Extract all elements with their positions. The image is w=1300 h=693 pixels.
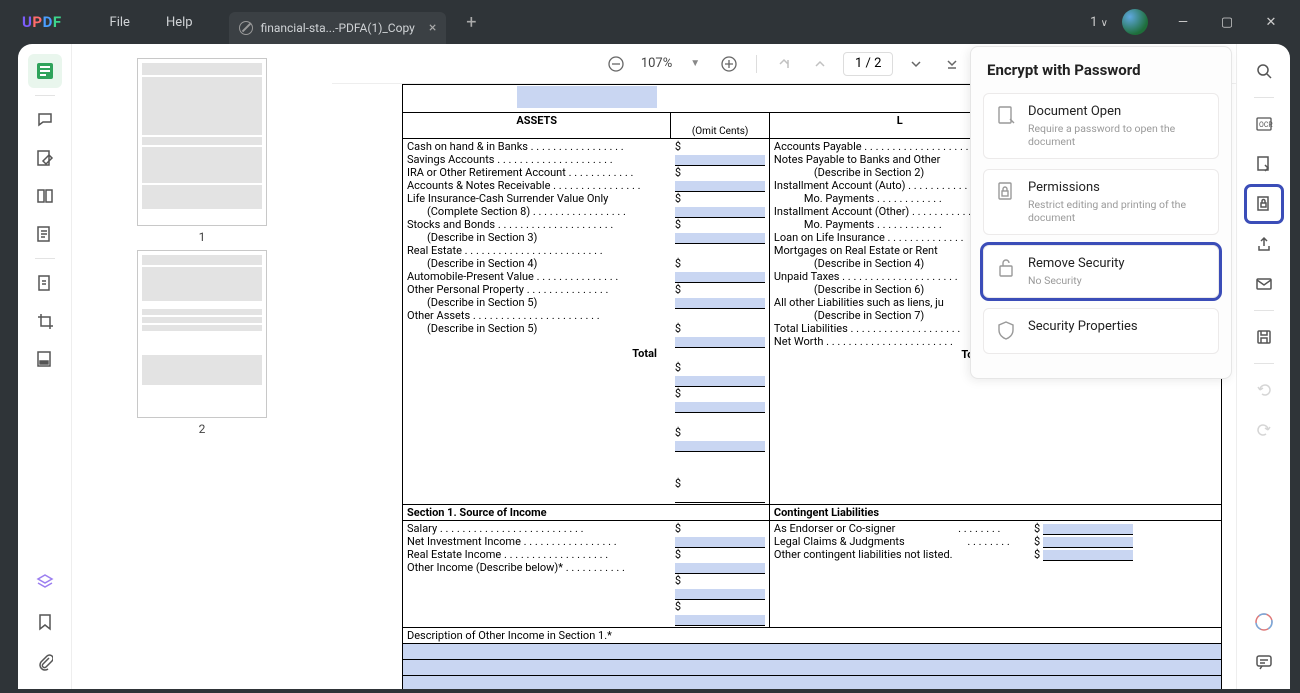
panel-title: Encrypt with Password [983,61,1219,79]
next-page-button[interactable] [903,51,929,77]
ai-icon[interactable] [1247,605,1281,639]
redact-tool-icon[interactable] [28,342,62,376]
zoom-value: 107% [639,56,674,71]
bookmark-icon[interactable] [28,605,62,639]
save-icon[interactable] [1247,320,1281,354]
last-page-button[interactable] [939,51,965,77]
right-toolbar: OCR [1236,44,1290,689]
encrypt-panel: Encrypt with Password Document OpenRequi… [970,46,1232,379]
zoom-out-button[interactable] [603,51,629,77]
account-badge[interactable]: 1 ∨ [1090,15,1108,30]
reader-mode-icon[interactable] [28,54,62,88]
left-toolbar [18,44,72,689]
form-tool-icon[interactable] [28,217,62,251]
convert-icon[interactable] [1247,147,1281,181]
ocr-tool-icon[interactable] [28,266,62,300]
zoom-dropdown[interactable]: ▼ [684,58,706,69]
page-input[interactable]: 1 / 2 [843,52,893,76]
edit-tool-icon[interactable] [28,141,62,175]
redo-icon[interactable] [1247,413,1281,447]
crop-tool-icon[interactable] [28,304,62,338]
close-window-button[interactable]: ✕ [1252,7,1290,37]
svg-text:OCR: OCR [1259,121,1273,129]
attachment-icon[interactable] [28,645,62,679]
undo-icon[interactable] [1247,373,1281,407]
tab-title: financial-sta...-PDFA(1)_Copy [261,21,415,35]
menu-file[interactable]: File [92,15,148,30]
thumbnail-panel: 1 2 [72,44,332,689]
zoom-in-button[interactable] [716,51,742,77]
panel-document-open[interactable]: Document OpenRequire a password to open … [983,93,1219,159]
close-icon[interactable]: × [429,20,436,36]
add-tab-button[interactable]: + [466,12,476,33]
permissions-icon [994,180,1018,204]
chat-icon[interactable] [1247,645,1281,679]
panel-permissions[interactable]: PermissionsRestrict editing and printing… [983,169,1219,235]
menu-help[interactable]: Help [148,15,211,30]
document-open-icon [994,104,1018,128]
protect-icon[interactable] [1247,187,1281,221]
thumbnail[interactable]: 2 [137,250,267,436]
security-properties-icon [994,319,1018,343]
first-page-button[interactable] [771,51,797,77]
panel-remove-security[interactable]: Remove SecurityNo Security [983,245,1219,298]
layers-icon[interactable] [28,565,62,599]
email-icon[interactable] [1247,267,1281,301]
remove-security-icon [994,256,1018,280]
share-icon[interactable] [1247,227,1281,261]
minimize-button[interactable]: — [1164,7,1202,37]
thumbnail[interactable]: 1 [137,58,267,244]
panel-security-properties[interactable]: Security Properties [983,308,1219,354]
document-tab[interactable]: financial-sta...-PDFA(1)_Copy × [229,12,447,44]
maximize-button[interactable]: ▢ [1208,7,1246,37]
ocr-icon[interactable]: OCR [1247,107,1281,141]
page-tool-icon[interactable] [28,179,62,213]
prev-page-button[interactable] [807,51,833,77]
avatar[interactable] [1122,9,1148,35]
comment-tool-icon[interactable] [28,103,62,137]
tab-doc-icon [236,18,256,38]
app-logo: UPDF [22,13,62,31]
search-icon[interactable] [1247,54,1281,88]
